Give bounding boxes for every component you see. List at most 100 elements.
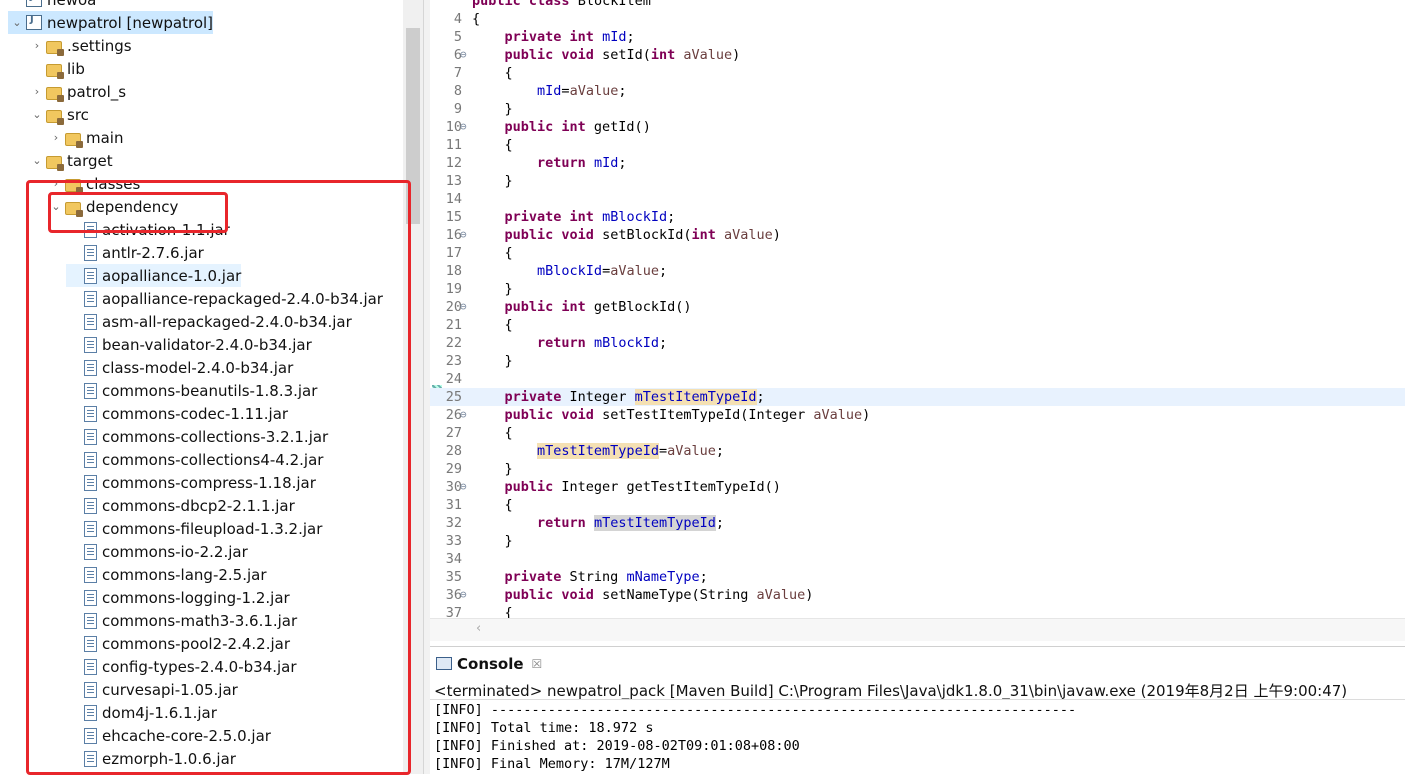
code-text: return mId; (472, 154, 626, 172)
code-line[interactable]: 20 ⊖ public int getBlockId() (430, 298, 1405, 316)
code-line[interactable]: 35 private String mNameType; (430, 568, 1405, 586)
console-icon (436, 657, 452, 670)
pane-divider[interactable] (423, 0, 430, 774)
tree-item[interactable]: ⌄ newpatrol [newpatrol] (8, 11, 214, 34)
code-line[interactable]: 18 mBlockId=aValue; (430, 262, 1405, 280)
code-line[interactable]: 36 ⊖ public void setNameType(String aValu… (430, 586, 1405, 604)
code-line[interactable]: 14 (430, 190, 1405, 208)
console-line: [INFO] Finished at: 2019-08-02T09:01:08+… (434, 738, 800, 754)
code-line[interactable]: 33 } (430, 532, 1405, 550)
code-line[interactable]: 11 { (430, 136, 1405, 154)
code-line[interactable]: 13 } (430, 172, 1405, 190)
code-token: } (472, 461, 513, 477)
code-line[interactable]: 24 (430, 370, 1405, 388)
code-text: } (472, 532, 513, 550)
code-line[interactable]: 27 { (430, 424, 1405, 442)
code-line[interactable]: 23 } (430, 352, 1405, 370)
code-token: ) (772, 227, 781, 243)
code-line[interactable]: 26 ⊖ public void setTestItemTypeId(Intege… (430, 406, 1405, 424)
fold-toggle-icon[interactable]: ⊖ (460, 478, 467, 496)
tree-item[interactable]: › patrol_s (28, 80, 126, 103)
line-number: 20 (445, 299, 462, 315)
code-line[interactable]: public class BlockItem (430, 0, 1405, 10)
editor-horizontal-scrollbar[interactable]: ‹ (430, 618, 1405, 641)
code-token: ) (805, 587, 814, 603)
code-line[interactable]: 12 return mId; (430, 154, 1405, 172)
code-text: private String mNameType; (472, 568, 708, 586)
code-line[interactable]: 19 } (430, 280, 1405, 298)
code-line[interactable]: 28 mTestItemTypeId=aValue; (430, 442, 1405, 460)
tree-item[interactable]: lib (28, 57, 85, 80)
code-line[interactable]: 10 ⊖ public int getId() (430, 118, 1405, 136)
tree-item-label: lib (67, 59, 85, 78)
fold-toggle-icon[interactable]: ⊖ (460, 298, 467, 316)
tab-console[interactable]: Console ☒ (430, 647, 548, 680)
close-icon[interactable]: ☒ (532, 657, 543, 671)
code-token: mBlockId (593, 335, 659, 351)
code-line[interactable]: 30 ⊖ public Integer getTestItemTypeId() (430, 478, 1405, 496)
code-text: mTestItemTypeId=aValue; (472, 442, 724, 460)
tree-item[interactable]: › .settings (28, 34, 132, 57)
code-text: { (472, 244, 513, 262)
code-line[interactable]: 16 ⊖ public void setBlockId(int aValue) (430, 226, 1405, 244)
code-line[interactable]: 29 } (430, 460, 1405, 478)
code-token: public void (504, 47, 603, 63)
code-token: mId (537, 83, 562, 99)
code-line[interactable]: 8 mId=aValue; (430, 82, 1405, 100)
fold-toggle-icon[interactable]: ⊖ (460, 118, 467, 136)
code-token: private int (504, 29, 603, 45)
chevron-down-icon[interactable]: ⌄ (28, 108, 46, 121)
console-tab-label: Console (457, 654, 524, 673)
code-line[interactable]: 6 ⊖ public void setId(int aValue) (430, 46, 1405, 64)
code-token: } (472, 173, 513, 189)
code-line[interactable]: 31 { (430, 496, 1405, 514)
code-line[interactable]: 22 return mBlockId; (430, 334, 1405, 352)
line-number: 9 (453, 101, 462, 117)
code-line[interactable]: 4{ (430, 10, 1405, 28)
code-token: { (472, 425, 513, 441)
code-line[interactable]: 34 (430, 550, 1405, 568)
line-number: 29 (445, 461, 462, 477)
code-line[interactable]: 15 private int mBlockId; (430, 208, 1405, 226)
code-line[interactable]: 5 private int mId; (430, 28, 1405, 46)
code-line[interactable]: 32 return mTestItemTypeId; (430, 514, 1405, 532)
tree-item[interactable]: ⌄ src (28, 103, 89, 126)
chevron-right-icon[interactable]: › (28, 85, 46, 98)
fold-toggle-icon[interactable]: ⊖ (460, 226, 467, 244)
fold-toggle-icon[interactable]: ⊖ (460, 406, 467, 424)
code-line[interactable]: 21 { (430, 316, 1405, 334)
tree-item[interactable]: › main (47, 126, 123, 149)
code-text: public class BlockItem (472, 0, 651, 10)
chevron-down-icon[interactable]: ⌄ (8, 16, 26, 29)
code-line[interactable]: 9 } (430, 100, 1405, 118)
console-output[interactable]: [INFO] ---------------------------------… (430, 699, 1405, 775)
code-editor[interactable]: public class BlockItem 4{5 private int mI… (430, 0, 1405, 640)
line-number: 13 (445, 173, 462, 189)
folder-icon (65, 132, 83, 148)
chevron-down-icon[interactable]: ⌄ (28, 154, 46, 167)
scroll-left-icon[interactable]: ‹ (476, 621, 481, 636)
line-number: 33 (445, 533, 462, 549)
code-line[interactable]: 17 { (430, 244, 1405, 262)
fold-toggle-icon[interactable]: ⊖ (460, 586, 467, 604)
code-line[interactable]: 25 private Integer mTestItemTypeId; (430, 388, 1405, 406)
code-token: ) (862, 407, 871, 423)
chevron-right-icon[interactable]: › (28, 39, 46, 52)
folder-icon (46, 40, 64, 56)
chevron-right-icon[interactable]: › (47, 131, 65, 144)
tree-item[interactable]: ⌄ target (28, 149, 113, 172)
fold-toggle-icon[interactable]: ⊖ (460, 46, 467, 64)
tree-item[interactable]: newoa (8, 0, 96, 11)
code-line[interactable]: 7 { (430, 64, 1405, 82)
code-text: } (472, 172, 513, 190)
code-token: aValue (683, 47, 733, 63)
line-number: 36 (445, 587, 462, 603)
code-token: class (528, 0, 578, 9)
line-number: 15 (445, 209, 462, 225)
code-token: public (504, 479, 562, 495)
